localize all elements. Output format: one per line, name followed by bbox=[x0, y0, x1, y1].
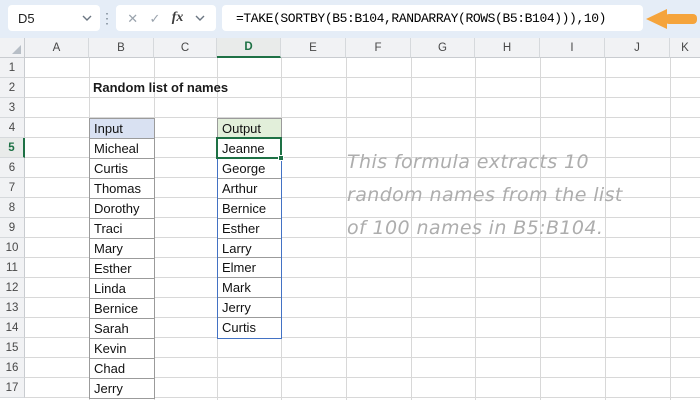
row-header-cell[interactable]: 14 bbox=[0, 318, 25, 338]
column-header-cell[interactable]: J bbox=[605, 38, 670, 58]
sheet-title: Random list of names bbox=[93, 80, 229, 95]
column-header-cell[interactable]: A bbox=[25, 38, 89, 58]
row-header-cell[interactable]: 1 bbox=[0, 58, 25, 78]
input-name-cell[interactable]: Linda bbox=[90, 279, 154, 299]
annotation-note: This formula extracts 10 random names fr… bbox=[347, 146, 677, 245]
column-header-cell[interactable]: H bbox=[475, 38, 540, 58]
input-name-cell[interactable]: Dorothy bbox=[90, 199, 154, 219]
output-name-cell[interactable]: Elmer bbox=[218, 258, 281, 279]
note-line: This formula extracts 10 bbox=[347, 151, 589, 173]
row-headers: 1 2 3 4 5 6 7 8 9 10 11 12 13 14 15 16 17 bbox=[0, 58, 25, 398]
name-box-value: D5 bbox=[18, 10, 35, 26]
formula-toolbar: ✕ ✓ fx bbox=[116, 5, 216, 31]
row-header-cell[interactable]: 12 bbox=[0, 278, 25, 298]
row-header-cell[interactable]: 17 bbox=[0, 378, 25, 398]
row-header-cell[interactable]: 9 bbox=[0, 218, 25, 238]
column-headers: ABCDEFGHIJK bbox=[25, 38, 700, 58]
output-name-cell[interactable]: George bbox=[218, 158, 281, 179]
input-table: Input Micheal Curtis Thomas Dorothy Traci Mar… bbox=[89, 118, 155, 399]
insert-function-icon[interactable]: fx bbox=[172, 10, 184, 26]
input-name-cell[interactable]: Bernice bbox=[90, 299, 154, 319]
row-header-cell[interactable]: 11 bbox=[0, 258, 25, 278]
formula-text: =TAKE(SORTBY(B5:B104,RANDARRAY(ROWS(B5:B… bbox=[236, 10, 607, 26]
output-name-cell[interactable]: Bernice bbox=[218, 198, 281, 219]
corner-triangle-icon bbox=[12, 45, 21, 54]
output-header-cell[interactable]: Output bbox=[217, 118, 282, 139]
enter-icon[interactable]: ✓ bbox=[150, 12, 161, 25]
row-header-cell[interactable]: 7 bbox=[0, 178, 25, 198]
formula-input[interactable]: =TAKE(SORTBY(B5:B104,RANDARRAY(ROWS(B5:B… bbox=[222, 5, 643, 31]
output-name-cell[interactable]: Jerry bbox=[218, 298, 281, 319]
output-name-cell[interactable]: Jeanne bbox=[218, 139, 281, 159]
column-header-cell[interactable]: E bbox=[281, 38, 346, 58]
input-name-cell[interactable]: Jerry bbox=[90, 379, 154, 399]
row-header-cell[interactable]: 3 bbox=[0, 98, 25, 118]
excel-window: D5 ⋮ ✕ ✓ fx =TAKE(SORTBY(B5:B104,RANDARR… bbox=[0, 0, 700, 400]
row-header-cell[interactable]: 15 bbox=[0, 338, 25, 358]
formula-bar: D5 ⋮ ✕ ✓ fx =TAKE(SORTBY(B5:B104,RANDARR… bbox=[0, 0, 700, 38]
column-header-cell[interactable]: K bbox=[670, 38, 700, 58]
output-name-cell[interactable]: Esther bbox=[218, 218, 281, 239]
input-name-cell[interactable]: Thomas bbox=[90, 179, 154, 199]
input-header-cell[interactable]: Input bbox=[90, 119, 154, 139]
input-name-cell[interactable]: Curtis bbox=[90, 159, 154, 179]
name-box[interactable]: D5 bbox=[8, 5, 100, 31]
column-header-cell[interactable]: B bbox=[89, 38, 154, 58]
column-header-cell[interactable]: C bbox=[154, 38, 217, 58]
row-header-cell[interactable]: 4 bbox=[0, 118, 25, 138]
sheet-grid[interactable]: Random list of names Input Micheal Curtis… bbox=[25, 58, 700, 400]
row-header-cell[interactable]: 2 bbox=[0, 78, 25, 98]
select-all-corner[interactable] bbox=[0, 38, 25, 58]
row-header-cell[interactable]: 16 bbox=[0, 358, 25, 378]
note-line: of 100 names in B5:B104. bbox=[347, 217, 604, 239]
cancel-icon[interactable]: ✕ bbox=[127, 12, 138, 25]
output-name-cell[interactable]: Curtis bbox=[218, 318, 281, 338]
row-header-cell[interactable]: 5 bbox=[0, 138, 25, 158]
output-name-cell[interactable]: Mark bbox=[218, 278, 281, 299]
column-header-cell[interactable]: D bbox=[217, 38, 281, 58]
drag-separator-icon: ⋮ bbox=[100, 9, 114, 26]
input-name-cell[interactable]: Chad bbox=[90, 359, 154, 379]
output-name-cell[interactable]: Larry bbox=[218, 238, 281, 259]
output-spill-range: Jeanne George Arthur Bernice Esther Larry Elme… bbox=[217, 138, 282, 339]
input-name-cell[interactable]: Mary bbox=[90, 239, 154, 259]
input-name-cell[interactable]: Sarah bbox=[90, 319, 154, 339]
row-header-cell[interactable]: 13 bbox=[0, 298, 25, 318]
column-header-cell[interactable]: G bbox=[411, 38, 475, 58]
chevron-down-icon[interactable] bbox=[195, 15, 205, 21]
input-name-cell[interactable]: Traci bbox=[90, 219, 154, 239]
callout-arrow-icon bbox=[646, 9, 697, 29]
column-header-cell[interactable]: I bbox=[540, 38, 605, 58]
row-header-cell[interactable]: 6 bbox=[0, 158, 25, 178]
input-name-cell[interactable]: Kevin bbox=[90, 339, 154, 359]
column-header-cell[interactable]: F bbox=[346, 38, 411, 58]
input-name-cell[interactable]: Esther bbox=[90, 259, 154, 279]
chevron-down-icon[interactable] bbox=[82, 15, 92, 21]
input-name-cell[interactable]: Micheal bbox=[90, 139, 154, 159]
row-header-cell[interactable]: 8 bbox=[0, 198, 25, 218]
output-name-cell[interactable]: Arthur bbox=[218, 178, 281, 199]
note-line: random names from the list bbox=[347, 184, 623, 206]
row-header-cell[interactable]: 10 bbox=[0, 238, 25, 258]
